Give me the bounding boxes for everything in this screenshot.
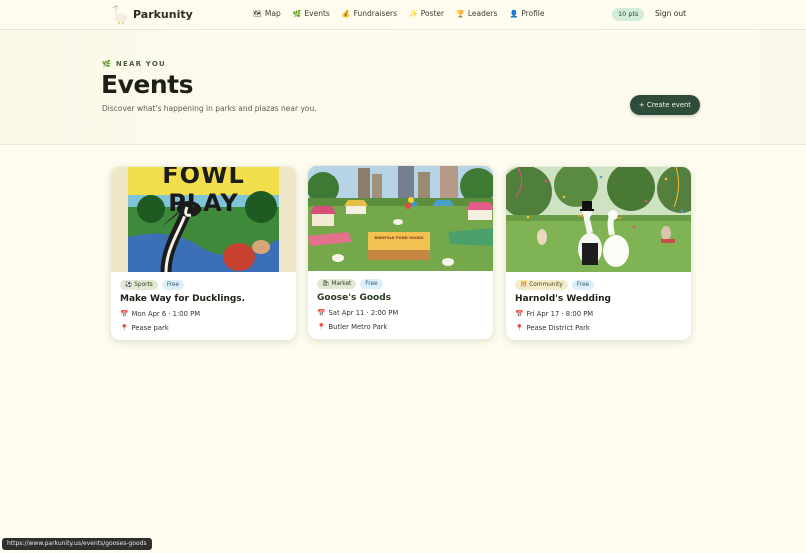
nav-events-label: Events xyxy=(304,9,330,18)
page-title: Events xyxy=(101,70,193,99)
nav-fundraisers-label: Fundraisers xyxy=(353,9,398,18)
pin-icon: 📍 xyxy=(120,324,129,332)
event-date: 📅 Fri Apr 17 · 8:00 PM xyxy=(515,310,593,318)
calendar-icon: 📅 xyxy=(515,310,524,318)
status-bar-url: https://www.parkunity.us/events/gooses-g… xyxy=(2,538,152,550)
user-icon: 👤 xyxy=(509,9,519,18)
top-nav: Parkunity 🗺 Map 🌿 Events 💰 Fundraisers ✨… xyxy=(0,0,806,30)
calendar-icon: 📅 xyxy=(317,309,326,317)
event-image: FOWL PLAY xyxy=(111,167,296,272)
event-card[interactable]: BIRDFOLK POND GOODS 🛍 Market Free Goose'… xyxy=(307,165,494,340)
nav-poster-label: Poster xyxy=(420,9,445,18)
event-location: 📍 Pease District Park xyxy=(515,324,590,332)
page-subtitle: Discover what's happening in parks and p… xyxy=(102,104,317,113)
price-badge: Free xyxy=(571,280,595,290)
trophy-icon: 🏆 xyxy=(456,9,465,18)
event-tags: ⚽ Sports Free xyxy=(120,280,185,290)
event-date: 📅 Mon Apr 6 · 1:00 PM xyxy=(120,310,200,318)
sparkles-icon: ✨ xyxy=(409,9,418,18)
events-header: 🌿 NEAR YOU Events Discover what's happen… xyxy=(0,31,806,145)
event-location: 📍 Butler Metro Park xyxy=(317,323,388,331)
brand[interactable]: Parkunity xyxy=(111,4,193,24)
nav-links: 🗺 Map 🌿 Events 💰 Fundraisers ✨ Poster 🏆 … xyxy=(253,9,545,18)
leaf-icon: 🌿 xyxy=(292,9,302,18)
event-date-text: Sat Apr 11 · 2:00 PM xyxy=(328,309,399,317)
category-label: Sports xyxy=(134,282,153,288)
category-label: Market xyxy=(331,281,352,287)
event-image: BIRDFOLK POND GOODS xyxy=(308,166,493,271)
nav-events[interactable]: 🌿 Events xyxy=(293,9,330,18)
eyebrow: 🌿 NEAR YOU xyxy=(102,60,166,68)
money-bag-icon: 💰 xyxy=(341,9,351,18)
event-location-text: Butler Metro Park xyxy=(328,323,388,331)
nav-map[interactable]: 🗺 Map xyxy=(253,9,281,18)
pin-icon: 📍 xyxy=(515,324,524,332)
brand-name: Parkunity xyxy=(133,7,193,21)
party-icon: 🎊 xyxy=(520,282,528,288)
eyebrow-label: NEAR YOU xyxy=(115,60,166,68)
sign-out-link[interactable]: Sign out xyxy=(655,9,686,18)
event-location-text: Pease District Park xyxy=(526,324,590,332)
event-location: 📍 Pease park xyxy=(120,324,169,332)
nav-profile[interactable]: 👤 Profile xyxy=(509,9,544,18)
category-badge: 🎊 Community xyxy=(515,280,568,290)
pin-icon: 📍 xyxy=(317,323,326,331)
nav-fundraisers[interactable]: 💰 Fundraisers xyxy=(342,9,397,18)
event-image xyxy=(506,167,691,272)
category-badge: ⚽ Sports xyxy=(120,280,158,290)
nav-poster[interactable]: ✨ Poster xyxy=(409,9,444,18)
event-tags: 🛍 Market Free xyxy=(317,279,383,289)
market-banner: BIRDFOLK POND GOODS xyxy=(374,236,424,240)
nav-map-label: Map xyxy=(264,9,281,18)
map-icon: 🗺 xyxy=(253,9,262,18)
event-date-text: Mon Apr 6 · 1:00 PM xyxy=(131,310,201,318)
shopping-bag-icon: 🛍 xyxy=(322,281,330,287)
event-location-text: Pease park xyxy=(131,324,169,332)
event-title: Goose's Goods xyxy=(317,293,392,303)
event-title: Harnold's Wedding xyxy=(515,294,611,304)
points-badge[interactable]: 10 pts xyxy=(612,8,645,21)
event-title: Make Way for Ducklings. xyxy=(120,294,246,304)
event-card[interactable]: 🎊 Community Free Harnold's Wedding 📅 Fri… xyxy=(505,166,692,341)
calendar-icon: 📅 xyxy=(120,310,129,318)
price-badge: Free xyxy=(360,279,383,289)
event-date: 📅 Sat Apr 11 · 2:00 PM xyxy=(317,309,398,317)
nav-leaders-label: Leaders xyxy=(467,9,498,18)
goose-logo-icon xyxy=(112,4,128,24)
nav-profile-label: Profile xyxy=(521,9,545,18)
soccer-ball-icon: ⚽ xyxy=(125,282,133,288)
leaf-icon: 🌿 xyxy=(102,60,112,68)
price-badge: Free xyxy=(161,280,185,290)
poster-title: FOWL PLAY xyxy=(162,167,245,217)
event-card[interactable]: FOWL PLAY ⚽ Sports Free Make Way for Duc… xyxy=(110,166,297,341)
nav-leaders[interactable]: 🏆 Leaders xyxy=(456,9,497,18)
create-event-button[interactable]: + Create event xyxy=(630,95,700,115)
category-label: Community xyxy=(529,282,563,288)
category-badge: 🛍 Market xyxy=(317,279,357,289)
event-tags: 🎊 Community Free xyxy=(515,280,595,290)
event-date-text: Fri Apr 17 · 8:00 PM xyxy=(526,310,594,318)
